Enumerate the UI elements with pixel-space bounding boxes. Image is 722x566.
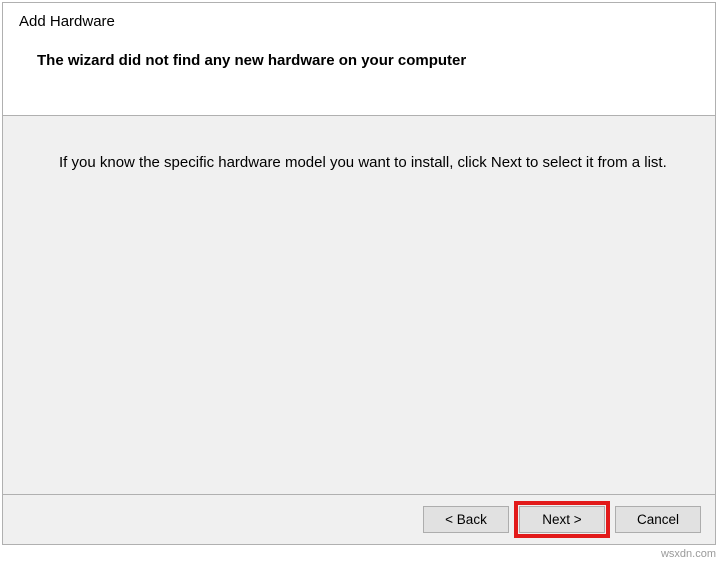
next-button[interactable]: Next >: [519, 506, 605, 533]
instruction-text: If you know the specific hardware model …: [59, 154, 679, 171]
cancel-button[interactable]: Cancel: [615, 506, 701, 533]
wizard-footer: < Back Next > Cancel: [3, 494, 715, 544]
dialog-title: Add Hardware: [19, 13, 699, 30]
watermark-text: wsxdn.com: [661, 548, 716, 560]
dialog-subtitle: The wizard did not find any new hardware…: [37, 52, 699, 69]
wizard-header: Add Hardware The wizard did not find any…: [3, 3, 715, 116]
wizard-dialog: Add Hardware The wizard did not find any…: [2, 2, 716, 545]
wizard-body: If you know the specific hardware model …: [3, 116, 715, 494]
back-button[interactable]: < Back: [423, 506, 509, 533]
